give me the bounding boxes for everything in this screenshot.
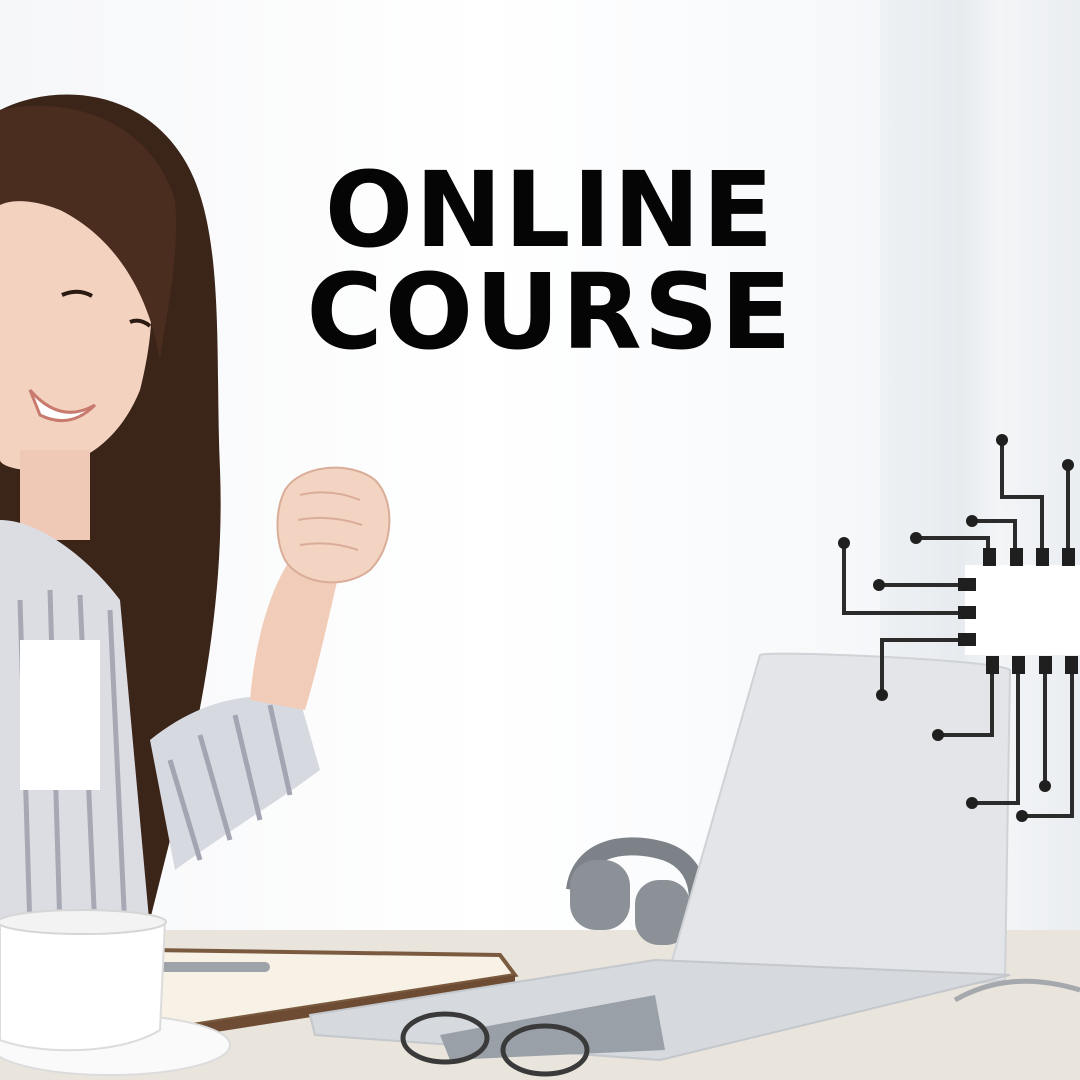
neck: [20, 450, 90, 540]
inner-shirt: [20, 640, 100, 790]
banner: ONLINE COURSE: [0, 0, 1080, 1080]
pen: [160, 962, 270, 972]
headline-line-2: COURSE: [306, 250, 794, 373]
headline: ONLINE COURSE: [270, 149, 830, 373]
coffee-cup: [0, 919, 167, 1052]
headline-line-1: ONLINE: [324, 149, 776, 271]
raised-fist: [276, 466, 391, 584]
